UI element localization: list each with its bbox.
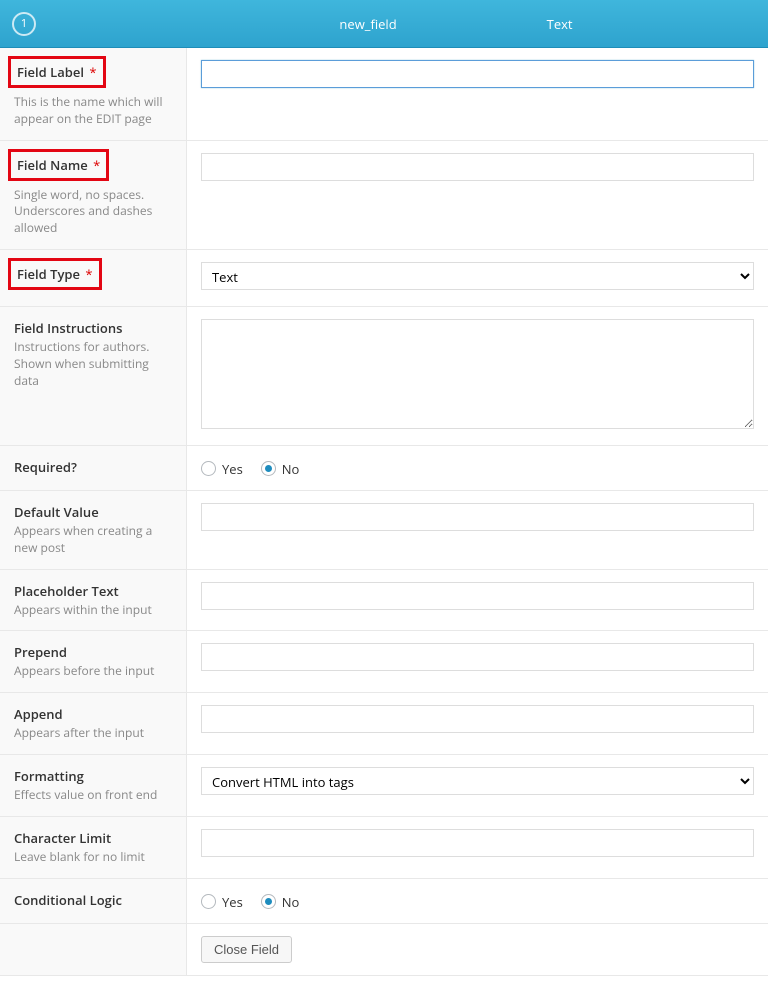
radio-icon (201, 461, 216, 476)
radio-label-no: No (282, 460, 300, 478)
desc-field-instructions: Instructions for authors. Shown when sub… (14, 339, 172, 389)
label-append: Append (14, 705, 63, 723)
required-asterisk: * (89, 63, 96, 81)
label-field-instructions: Field Instructions (14, 319, 122, 337)
radio-required-yes[interactable]: Yes (201, 460, 243, 478)
desc-default-value: Appears when creating a new post (14, 523, 172, 557)
radio-required-no[interactable]: No (261, 460, 300, 478)
select-formatting[interactable]: Convert HTML into tags (201, 767, 754, 795)
radio-conditional-no[interactable]: No (261, 893, 300, 911)
row-char-limit: Character Limit Leave blank for no limit (0, 817, 768, 879)
row-conditional-logic: Conditional Logic Yes No (0, 879, 768, 924)
row-field-instructions: Field Instructions Instructions for auth… (0, 307, 768, 446)
input-append[interactable] (201, 705, 754, 733)
label-placeholder-text: Placeholder Text (14, 582, 119, 600)
select-field-type[interactable]: Text (201, 262, 754, 290)
row-field-type: Field Type * Text (0, 250, 768, 307)
radio-label-yes: Yes (222, 460, 243, 478)
header-field-type: Text (547, 15, 573, 33)
label-char-limit: Character Limit (14, 829, 111, 847)
label-field-name: Field Name (17, 156, 88, 174)
label-field-label: Field Label (17, 63, 84, 81)
input-field-name[interactable] (201, 153, 754, 181)
row-default-value: Default Value Appears when creating a ne… (0, 491, 768, 570)
row-footer: Close Field (0, 924, 768, 976)
label-default-value: Default Value (14, 503, 99, 521)
label-conditional-logic: Conditional Logic (14, 891, 122, 909)
radio-icon (261, 461, 276, 476)
field-settings-table: Field Label * This is the name which wil… (0, 48, 768, 976)
row-field-name: Field Name * Single word, no spaces. Und… (0, 141, 768, 250)
radio-icon (261, 894, 276, 909)
label-formatting: Formatting (14, 767, 84, 785)
row-prepend: Prepend Appears before the input (0, 631, 768, 693)
desc-char-limit: Leave blank for no limit (14, 849, 172, 866)
row-required: Required? Yes No (0, 446, 768, 491)
desc-formatting: Effects value on front end (14, 787, 172, 804)
field-order-badge[interactable]: 1 (12, 12, 36, 36)
radio-conditional-yes[interactable]: Yes (201, 893, 243, 911)
field-order-number: 1 (21, 16, 27, 31)
desc-field-label: This is the name which will appear on th… (14, 94, 172, 128)
input-prepend[interactable] (201, 643, 754, 671)
desc-field-name: Single word, no spaces. Underscores and … (14, 187, 172, 237)
row-append: Append Appears after the input (0, 693, 768, 755)
input-default-value[interactable] (201, 503, 754, 531)
desc-append: Appears after the input (14, 725, 172, 742)
input-char-limit[interactable] (201, 829, 754, 857)
radio-icon (201, 894, 216, 909)
row-placeholder-text: Placeholder Text Appears within the inpu… (0, 570, 768, 632)
row-formatting: Formatting Effects value on front end Co… (0, 755, 768, 817)
required-asterisk: * (93, 156, 100, 174)
desc-prepend: Appears before the input (14, 663, 172, 680)
input-placeholder-text[interactable] (201, 582, 754, 610)
desc-placeholder-text: Appears within the input (14, 602, 172, 619)
field-header: 1 new_field Text (0, 0, 768, 48)
close-field-button[interactable]: Close Field (201, 936, 292, 963)
header-field-name: new_field (339, 15, 396, 33)
label-required: Required? (14, 458, 77, 476)
radio-label-no: No (282, 893, 300, 911)
textarea-field-instructions[interactable] (201, 319, 754, 429)
label-field-type: Field Type (17, 265, 80, 283)
required-asterisk: * (85, 265, 92, 283)
row-field-label: Field Label * This is the name which wil… (0, 48, 768, 141)
radio-label-yes: Yes (222, 893, 243, 911)
label-prepend: Prepend (14, 643, 67, 661)
input-field-label[interactable] (201, 60, 754, 88)
